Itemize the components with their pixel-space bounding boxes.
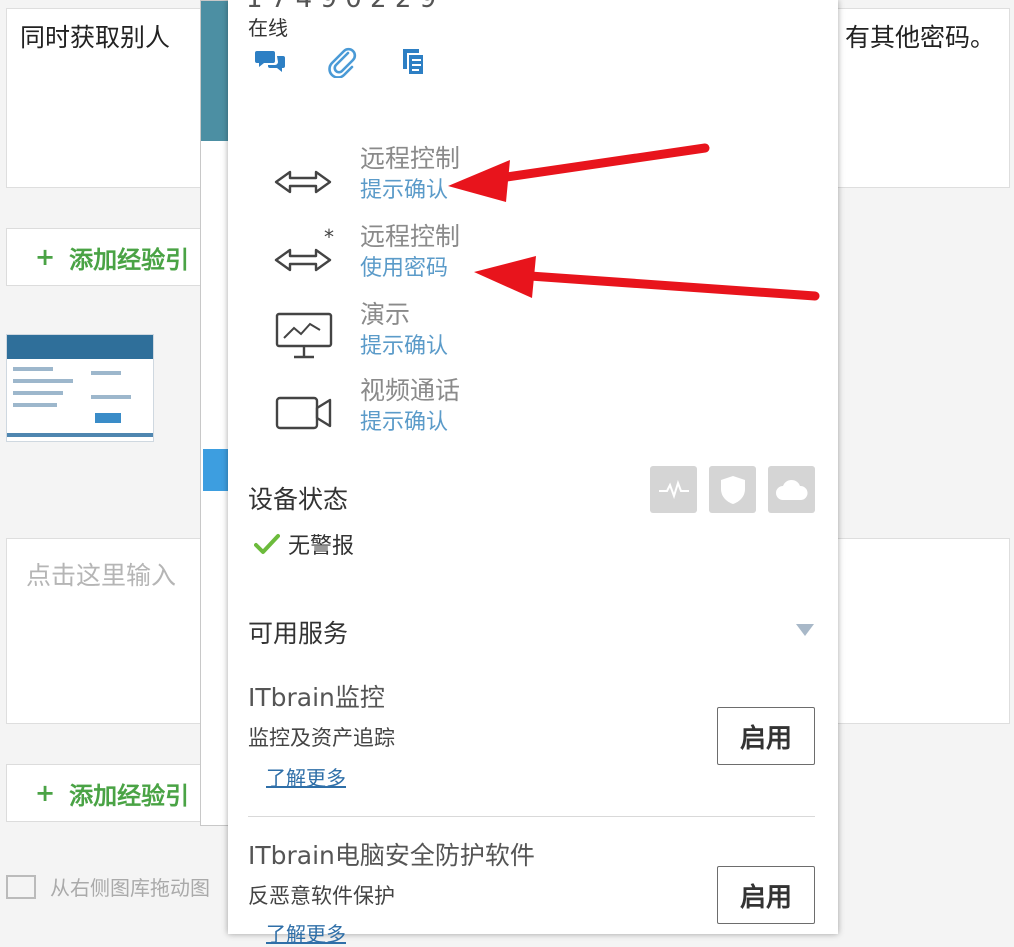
divider bbox=[248, 816, 815, 817]
action-subtitle: 提示确认 bbox=[360, 334, 449, 359]
action-subtitle: 使用密码 bbox=[360, 256, 449, 281]
attachment-icon[interactable] bbox=[326, 46, 358, 78]
learn-more-link[interactable]: 了解更多 bbox=[266, 918, 346, 947]
files-icon[interactable] bbox=[398, 46, 430, 78]
action-subtitle: 提示确认 bbox=[360, 410, 449, 435]
drag-hint-text: 从右侧图库拖动图 bbox=[50, 876, 210, 900]
action-title: 远程控制 bbox=[360, 144, 461, 173]
partner-popup-panel: 1 7 4 9 0 2 2 9 在线 远程控制 提示确认 * bbox=[228, 0, 838, 946]
remote-control-confirm-action[interactable]: 远程控制 提示确认 bbox=[268, 142, 460, 206]
available-services-title: 可用服务 bbox=[248, 619, 349, 648]
service-desc: 监控及资产追踪 bbox=[248, 726, 395, 750]
service-name: ITbrain监控 bbox=[248, 683, 385, 712]
add-guide-label: 添加经验引 bbox=[69, 245, 190, 274]
action-title: 视频通话 bbox=[360, 376, 461, 405]
image-icon bbox=[6, 874, 36, 899]
add-guide-label: 添加经验引 bbox=[69, 781, 190, 810]
plus-icon: + bbox=[35, 243, 56, 271]
enable-monitoring-button[interactable]: 启用 bbox=[717, 707, 815, 765]
online-status: 在线 bbox=[248, 16, 288, 40]
activity-icon[interactable] bbox=[650, 466, 697, 513]
screenshot-thumbnail[interactable] bbox=[6, 334, 154, 442]
remote-control-password-action[interactable]: * 远程控制 使用密码 bbox=[268, 220, 460, 284]
action-title: 演示 bbox=[360, 300, 411, 329]
no-alarm-text: 无警报 bbox=[288, 534, 355, 559]
services-collapse-icon[interactable] bbox=[796, 624, 814, 636]
remote-control-password-icon: * bbox=[274, 225, 334, 272]
input-placeholder: 点击这里输入 bbox=[26, 561, 177, 590]
svg-text:*: * bbox=[324, 225, 334, 249]
action-subtitle: 提示确认 bbox=[360, 178, 449, 203]
remote-control-icon bbox=[274, 170, 332, 194]
device-status-icons bbox=[650, 466, 815, 513]
shield-icon[interactable] bbox=[709, 466, 756, 513]
video-call-action[interactable]: 视频通话 提示确认 bbox=[268, 374, 460, 438]
editor-text-start: 同时获取别人 bbox=[20, 23, 171, 52]
video-call-icon bbox=[275, 396, 332, 430]
chat-icon[interactable] bbox=[254, 46, 286, 78]
action-title: 远程控制 bbox=[360, 222, 461, 251]
cloud-icon[interactable] bbox=[768, 466, 815, 513]
device-status-title: 设备状态 bbox=[248, 485, 349, 514]
enable-antimalware-button[interactable]: 启用 bbox=[717, 866, 815, 924]
editor-text-end: 有其他密码。 bbox=[845, 23, 996, 52]
service-name: ITbrain电脑安全防护软件 bbox=[248, 841, 535, 870]
no-alarm-status: 无警报 bbox=[254, 528, 354, 560]
presentation-icon bbox=[275, 312, 333, 359]
drag-image-hint: 从右侧图库拖动图 bbox=[6, 872, 210, 901]
quick-actions bbox=[254, 46, 430, 78]
plus-icon: + bbox=[35, 779, 56, 807]
presentation-action[interactable]: 演示 提示确认 bbox=[268, 298, 448, 362]
checkmark-icon bbox=[254, 534, 280, 554]
learn-more-link[interactable]: 了解更多 bbox=[266, 762, 346, 791]
service-desc: 反恶意软件保护 bbox=[248, 884, 395, 908]
app-window-edge bbox=[200, 0, 230, 826]
